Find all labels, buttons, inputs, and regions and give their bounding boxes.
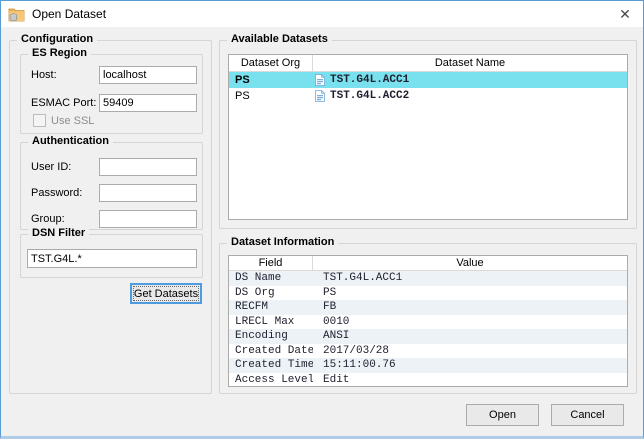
group-input[interactable] [99,210,197,228]
dataset-information-group-label: Dataset Information [227,236,338,248]
info-field-cell: DS Name [229,271,313,286]
es-region-group: ES Region Host: ESMAC Port: Use SSL [20,54,203,134]
dataset-information-group: Dataset Information Field Value DS NameT… [219,243,637,394]
info-row: Access LevelEdit [229,373,627,388]
info-row: EncodingANSI [229,329,627,344]
column-header-dataset-org[interactable]: Dataset Org [229,55,313,72]
info-row: RECFMFB [229,300,627,315]
dataset-org-cell: PS [229,88,313,104]
cancel-button[interactable]: Cancel [551,404,624,426]
get-datasets-button[interactable]: Get Datasets [130,283,202,304]
dataset-name-text: TST.G4L.ACC1 [330,72,409,88]
info-row: Created Time15:11:00.76 [229,358,627,373]
info-field-cell: Access Level [229,373,313,388]
document-icon [315,74,325,86]
document-icon [315,90,325,102]
dataset-information-table: Field Value DS NameTST.G4L.ACC1DS OrgPSR… [228,255,628,387]
info-value-cell: 15:11:00.76 [313,358,627,373]
user-id-label: User ID: [31,161,71,173]
authentication-group: Authentication User ID: Password: Group: [20,142,203,230]
use-ssl-label: Use SSL [51,115,94,127]
close-button[interactable]: ✕ [607,1,643,27]
dataset-information-rows: DS NameTST.G4L.ACC1DS OrgPSRECFMFBLRECL … [229,271,627,387]
configuration-group: Configuration ES Region Host: ESMAC Port… [9,40,212,394]
info-value-cell: 2017/03/28 [313,344,627,359]
configuration-group-label: Configuration [17,33,97,45]
info-row: DS OrgPS [229,286,627,301]
column-header-value: Value [313,256,627,271]
window-title: Open Dataset [32,7,106,21]
dataset-name-cell: TST.G4L.ACC1 [313,72,627,88]
folder-database-icon [8,7,25,22]
info-field-cell: Created Time [229,358,313,373]
info-field-cell: LRECL Max [229,315,313,330]
info-value-cell: 0010 [313,315,627,330]
info-field-cell: DS Org [229,286,313,301]
column-header-dataset-name[interactable]: Dataset Name [313,55,627,72]
authentication-group-label: Authentication [28,135,113,147]
available-datasets-group: Available Datasets Dataset Org Dataset N… [219,40,637,229]
dsn-filter-input[interactable] [27,249,197,268]
available-datasets-rows: PS TST.G4L.ACC1PS TST.G4L.ACC2 [229,72,627,104]
available-datasets-table: Dataset Org Dataset Name PS TST.G4L.ACC1… [228,54,628,220]
info-field-cell: Created Date [229,344,313,359]
info-field-cell: Encoding [229,329,313,344]
dsn-filter-group: DSN Filter [20,234,203,278]
dataset-name-cell: TST.G4L.ACC2 [313,88,627,104]
titlebar: Open Dataset ✕ [1,1,643,27]
info-row: Created Date2017/03/28 [229,344,627,359]
password-label: Password: [31,187,82,199]
info-value-cell: FB [313,300,627,315]
info-value-cell: TST.G4L.ACC1 [313,271,627,286]
info-row: LRECL Max0010 [229,315,627,330]
group-label: Group: [31,213,65,225]
user-id-input[interactable] [99,158,197,176]
open-dataset-dialog: Open Dataset ✕ Configuration ES Region H… [0,0,644,439]
password-input[interactable] [99,184,197,202]
dataset-name-text: TST.G4L.ACC2 [330,88,409,104]
info-value-cell: ANSI [313,329,627,344]
esmac-port-input[interactable] [99,94,197,112]
available-datasets-group-label: Available Datasets [227,33,332,45]
info-value-cell: Edit [313,373,627,388]
es-region-group-label: ES Region [28,47,91,59]
dataset-information-header: Field Value [229,256,627,271]
info-row: DS NameTST.G4L.ACC1 [229,271,627,286]
use-ssl-checkbox[interactable] [33,114,46,127]
use-ssl-row: Use SSL [33,114,94,127]
info-field-cell: RECFM [229,300,313,315]
open-button[interactable]: Open [466,404,539,426]
info-value-cell: PS [313,286,627,301]
dsn-filter-group-label: DSN Filter [28,227,89,239]
available-datasets-header: Dataset Org Dataset Name [229,55,627,72]
dataset-org-cell: PS [229,72,313,88]
esmac-port-label: ESMAC Port: [31,97,96,109]
close-icon: ✕ [619,6,631,23]
dataset-row[interactable]: PS TST.G4L.ACC2 [229,88,627,104]
host-label: Host: [31,69,57,81]
column-header-field: Field [229,256,313,271]
dataset-row[interactable]: PS TST.G4L.ACC1 [229,72,627,88]
host-input[interactable] [99,66,197,84]
